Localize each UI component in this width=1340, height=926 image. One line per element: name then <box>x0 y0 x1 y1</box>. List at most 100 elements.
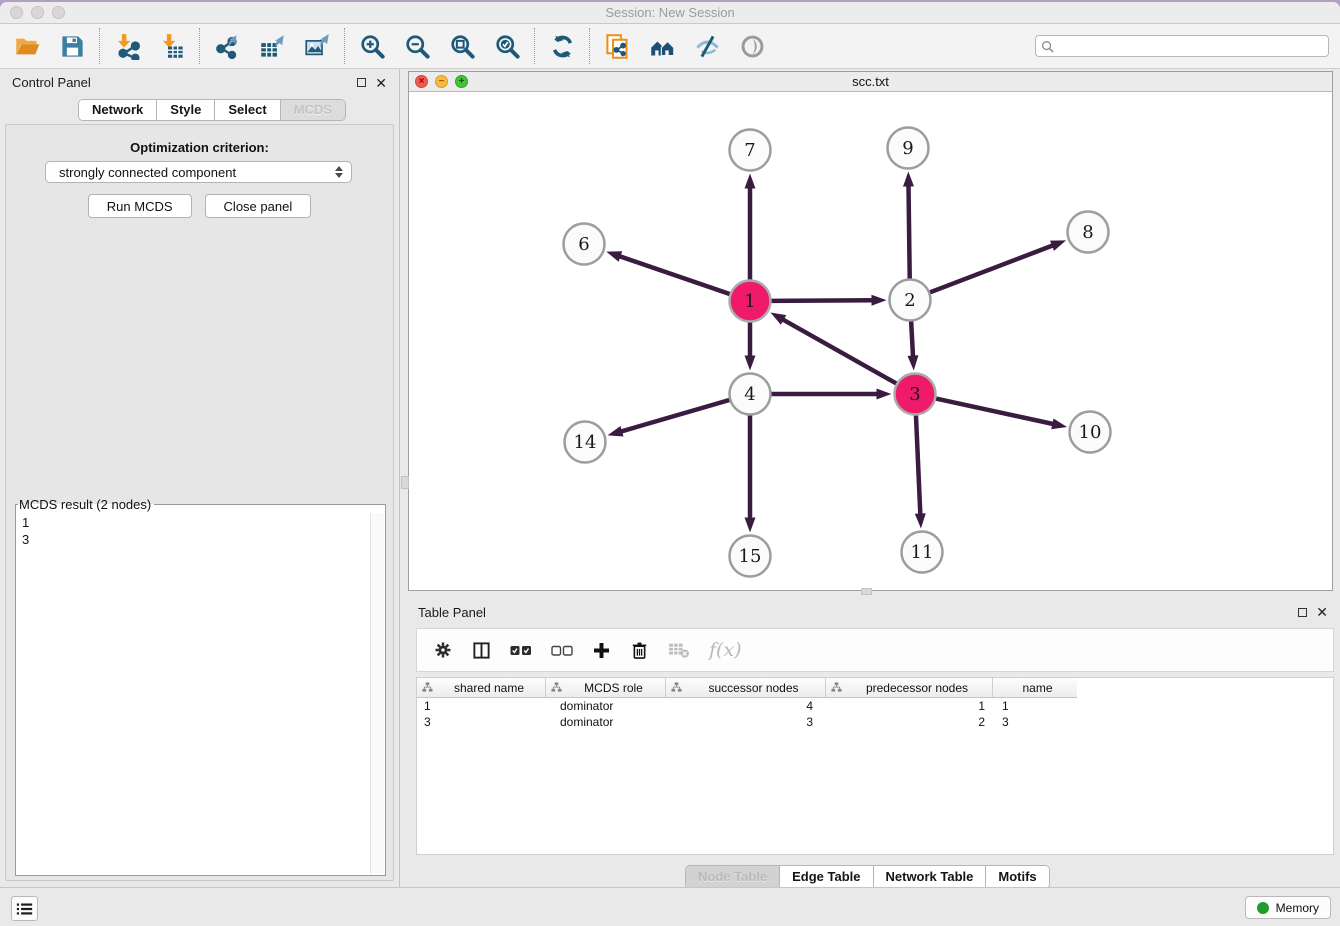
tab-select[interactable]: Select <box>215 100 280 120</box>
houses-icon <box>649 33 676 60</box>
function-builder-button[interactable]: f(x) <box>709 639 742 661</box>
export-image-button[interactable] <box>303 32 331 60</box>
tab-mcds[interactable]: MCDS <box>281 100 345 120</box>
status-bar: Memory <box>0 887 1340 926</box>
result-scrollbar[interactable] <box>370 513 384 874</box>
node-table: shared name MCDS role <box>416 677 1334 855</box>
graph-edge-3-1[interactable] <box>782 319 896 384</box>
graph-edge-2-3[interactable] <box>911 321 913 357</box>
memory-label: Memory <box>1276 901 1319 915</box>
tab-network-table[interactable]: Network Table <box>874 866 987 888</box>
graph-arrowhead <box>770 313 786 325</box>
select-all-columns-button[interactable] <box>510 644 532 657</box>
tab-node-table[interactable]: Node Table <box>686 866 780 888</box>
hide-selected-button[interactable] <box>693 32 721 60</box>
open-session-button[interactable] <box>13 32 41 60</box>
delete-columns-button[interactable] <box>630 641 649 660</box>
horizontal-splitter-handle[interactable] <box>861 588 872 595</box>
table-cell: 3 <box>417 715 546 729</box>
graph-edge-1-2[interactable] <box>771 300 873 301</box>
table-row[interactable]: 3 dominator 3 2 3 <box>417 714 1333 730</box>
zoom-fit-button[interactable] <box>448 32 476 60</box>
memory-button[interactable]: Memory <box>1245 896 1331 919</box>
tab-style[interactable]: Style <box>157 100 215 120</box>
table-panel-header: Table Panel ✕ <box>407 599 1340 625</box>
column-header-predecessor-nodes[interactable]: predecessor nodes <box>826 678 993 697</box>
control-panel-header: Control Panel ✕ <box>0 69 399 96</box>
control-panel-title: Control Panel <box>12 75 91 90</box>
network-title: scc.txt <box>409 74 1332 89</box>
zoom-in-button[interactable] <box>358 32 386 60</box>
show-all-button[interactable] <box>738 32 766 60</box>
export-network-button[interactable] <box>213 32 241 60</box>
unchecked-boxes-icon <box>551 644 573 657</box>
table-settings-button[interactable] <box>433 640 453 660</box>
delete-table-button[interactable] <box>668 641 690 659</box>
table-panel: Table Panel ✕ <box>407 599 1340 888</box>
search-box <box>1035 35 1329 57</box>
save-session-button[interactable] <box>58 32 86 60</box>
tab-edge-table[interactable]: Edge Table <box>780 866 873 888</box>
column-header-shared-name[interactable]: shared name <box>417 678 546 697</box>
float-table-panel-icon[interactable] <box>1298 608 1307 617</box>
tab-motifs[interactable]: Motifs <box>986 866 1048 888</box>
table-cell: 1 <box>993 699 1077 713</box>
float-panel-icon[interactable] <box>357 78 366 87</box>
graph-arrowhead <box>606 251 622 261</box>
graph-arrowhead <box>745 174 756 189</box>
first-neighbors-button[interactable] <box>648 32 676 60</box>
add-column-button[interactable] <box>592 641 611 660</box>
main-toolbar <box>0 24 1340 69</box>
new-network-from-selection-button[interactable] <box>603 32 631 60</box>
close-table-panel-icon[interactable]: ✕ <box>1316 607 1328 617</box>
graph-arrowhead <box>903 171 914 186</box>
zoom-selected-button[interactable] <box>493 32 521 60</box>
graph-node-label: 7 <box>744 140 755 161</box>
delete-table-icon <box>668 641 690 659</box>
table-cell: 1 <box>826 699 993 713</box>
zoom-out-button[interactable] <box>403 32 431 60</box>
table-cell: 4 <box>666 699 826 713</box>
graph-arrowhead <box>871 295 886 306</box>
graph-edge-4-14[interactable] <box>620 400 729 432</box>
graph-edge-1-6[interactable] <box>619 256 730 294</box>
graph-node-label: 11 <box>911 542 934 563</box>
network-canvas[interactable]: 7968124314101511 <box>409 92 1332 590</box>
import-network-button[interactable] <box>113 32 141 60</box>
import-table-icon <box>159 33 186 60</box>
criterion-value: strongly connected component <box>59 165 335 180</box>
export-image-icon <box>304 33 331 60</box>
graph-edge-2-8[interactable] <box>930 245 1054 292</box>
criterion-dropdown[interactable]: strongly connected component <box>45 161 352 183</box>
graph-arrowhead <box>608 426 624 437</box>
table-header-row: shared name MCDS role <box>417 678 1077 698</box>
column-header-successor-nodes[interactable]: successor nodes <box>666 678 826 697</box>
eye-slash-icon <box>694 33 721 60</box>
vertical-splitter-handle[interactable] <box>401 476 409 489</box>
tab-network[interactable]: Network <box>79 100 157 120</box>
search-icon <box>1041 40 1054 53</box>
deselect-all-columns-button[interactable] <box>551 644 573 657</box>
graph-edge-2-9[interactable] <box>908 184 909 278</box>
network-graph[interactable]: 7968124314101511 <box>409 92 1332 591</box>
export-table-button[interactable] <box>258 32 286 60</box>
column-header-mcds-role[interactable]: MCDS role <box>546 678 666 697</box>
graph-node-label: 10 <box>1079 422 1102 443</box>
table-cell: 3 <box>993 715 1077 729</box>
close-panel-icon[interactable]: ✕ <box>375 78 387 88</box>
graph-edge-3-10[interactable] <box>936 399 1054 425</box>
column-header-name[interactable]: name <box>993 678 1077 697</box>
search-input[interactable] <box>1035 35 1329 57</box>
split-table-button[interactable] <box>472 641 491 660</box>
network-window-titlebar: × − + scc.txt <box>409 72 1332 92</box>
graph-edge-3-11[interactable] <box>916 415 920 515</box>
refresh-button[interactable] <box>548 32 576 60</box>
task-history-button[interactable] <box>11 896 38 921</box>
table-row[interactable]: 1 dominator 4 1 1 <box>417 698 1333 714</box>
close-panel-button[interactable]: Close panel <box>205 194 312 218</box>
import-table-button[interactable] <box>158 32 186 60</box>
graph-arrowhead <box>745 356 756 371</box>
zoom-fit-icon <box>449 33 476 60</box>
run-mcds-button[interactable]: Run MCDS <box>88 194 192 218</box>
checked-boxes-icon <box>510 644 532 657</box>
